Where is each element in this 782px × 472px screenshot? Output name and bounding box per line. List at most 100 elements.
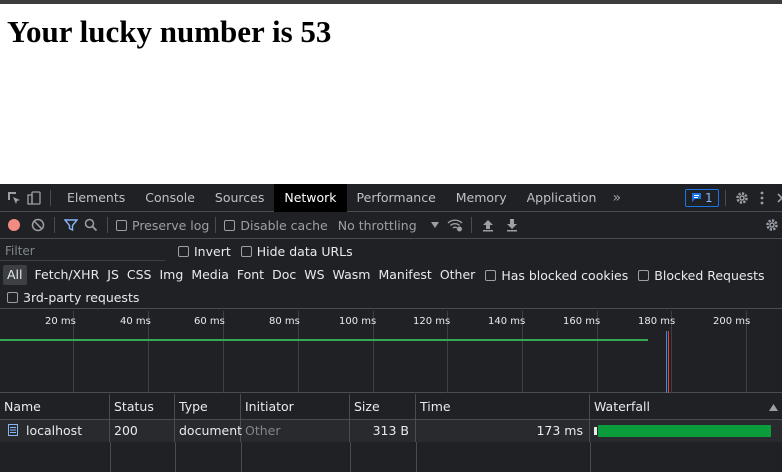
- checkbox-box: [240, 245, 252, 257]
- tab-memory[interactable]: Memory: [446, 184, 517, 212]
- waterfall-bar: [598, 425, 771, 437]
- divider: [50, 189, 51, 206]
- third-party-label: 3rd-party requests: [23, 290, 140, 305]
- type-filter-fetch-xhr[interactable]: Fetch/XHR: [31, 265, 104, 285]
- clear-icon[interactable]: [28, 215, 48, 235]
- type-filter-doc[interactable]: Doc: [268, 265, 300, 285]
- preserve-log-checkbox[interactable]: Preserve log: [116, 218, 209, 233]
- network-toolbar: Preserve log Disable cache No throttling: [0, 212, 782, 239]
- timeline-tick-label: 100 ms: [339, 316, 377, 327]
- network-conditions-icon[interactable]: [445, 215, 465, 235]
- search-icon[interactable]: [81, 215, 101, 235]
- invert-label: Invert: [194, 243, 231, 259]
- column-header-status[interactable]: Status: [110, 394, 175, 420]
- timeline-tick-label: 80 ms: [269, 316, 300, 327]
- tab-elements[interactable]: Elements: [57, 184, 135, 212]
- sort-ascending-icon: [769, 404, 778, 411]
- type-filter-css[interactable]: CSS: [123, 265, 156, 285]
- network-settings-gear-icon[interactable]: [762, 215, 782, 235]
- checkbox-box: [116, 219, 127, 231]
- checkbox-box: [638, 269, 650, 281]
- overview-request-bar: [0, 339, 648, 341]
- type-filter-img[interactable]: Img: [156, 265, 188, 285]
- tab-performance[interactable]: Performance: [347, 184, 446, 212]
- type-filter-font[interactable]: Font: [233, 265, 268, 285]
- kebab-menu-icon[interactable]: [752, 188, 772, 208]
- column-header-waterfall[interactable]: Waterfall: [590, 394, 782, 420]
- table-row[interactable]: localhost 200 document Other 313 B 173 m…: [0, 420, 782, 442]
- timeline-tick-label: 160 ms: [563, 316, 601, 327]
- column-header-size[interactable]: Size: [350, 394, 416, 420]
- issues-icon: [692, 193, 702, 202]
- divider: [54, 217, 55, 233]
- tab-console[interactable]: Console: [135, 184, 205, 212]
- devtools-panel: Elements Console Sources Network Perform…: [0, 184, 782, 472]
- invert-checkbox[interactable]: Invert: [178, 244, 231, 259]
- filter-funnel-icon[interactable]: [61, 215, 81, 235]
- more-tabs-icon[interactable]: »: [606, 190, 627, 206]
- load-event-marker: [668, 331, 669, 393]
- export-har-icon[interactable]: [502, 215, 522, 235]
- disable-cache-checkbox[interactable]: Disable cache: [224, 218, 328, 233]
- record-icon[interactable]: [4, 215, 24, 235]
- type-filter-manifest[interactable]: Manifest: [374, 265, 435, 285]
- waterfall-waiting-tick: [594, 427, 597, 435]
- column-divider: [590, 442, 591, 472]
- request-type: document: [175, 420, 242, 442]
- page-viewport: Your lucky number is 53: [0, 0, 782, 184]
- preserve-log-label: Preserve log: [132, 217, 210, 233]
- column-header-type[interactable]: Type: [175, 394, 241, 420]
- timeline-tick-label: 40 ms: [120, 316, 151, 327]
- timeline-tick-label: 180 ms: [638, 316, 676, 327]
- request-time: 173 ms: [416, 420, 590, 442]
- checkbox-box: [178, 245, 189, 257]
- divider: [107, 217, 108, 233]
- tab-sources[interactable]: Sources: [205, 184, 274, 212]
- filter-input[interactable]: Filter: [0, 241, 165, 261]
- timeline-tick-label: 140 ms: [488, 316, 526, 327]
- column-header-time[interactable]: Time: [416, 394, 590, 420]
- has-blocked-cookies-label: Has blocked cookies: [501, 267, 629, 283]
- waterfall-label: Waterfall: [594, 399, 650, 414]
- issues-count: 1: [705, 190, 713, 205]
- hide-data-urls-label: Hide data URLs: [256, 243, 353, 259]
- column-divider: [241, 442, 242, 472]
- type-filter-all[interactable]: All: [3, 265, 27, 285]
- request-initiator: Other: [241, 420, 350, 442]
- divider: [215, 217, 217, 233]
- tab-application[interactable]: Application: [517, 184, 607, 212]
- tab-network[interactable]: Network: [274, 184, 347, 212]
- document-icon: [8, 424, 18, 436]
- type-filter-js[interactable]: JS: [103, 265, 123, 285]
- issues-badge[interactable]: 1: [685, 188, 719, 207]
- dom-content-loaded-marker: [666, 331, 667, 393]
- throttling-value: No throttling: [337, 217, 417, 233]
- type-filter-wasm[interactable]: Wasm: [329, 265, 375, 285]
- timeline-tick-label: 20 ms: [45, 316, 76, 327]
- blocked-requests-label: Blocked Requests: [654, 267, 765, 283]
- blocked-requests-checkbox[interactable]: Blocked Requests: [638, 267, 765, 283]
- type-filter-ws[interactable]: WS: [300, 265, 328, 285]
- type-filter-other[interactable]: Other: [436, 265, 480, 285]
- hide-data-urls-checkbox[interactable]: Hide data URLs: [240, 243, 353, 259]
- type-filter-media[interactable]: Media: [187, 265, 233, 285]
- has-blocked-cookies-checkbox[interactable]: Has blocked cookies: [485, 268, 628, 283]
- request-status: 200: [110, 420, 175, 442]
- settings-gear-icon[interactable]: [732, 188, 752, 208]
- column-header-name[interactable]: Name: [0, 394, 110, 420]
- device-toolbar-icon[interactable]: [24, 188, 44, 208]
- divider: [470, 217, 472, 233]
- page-heading: Your lucky number is 53: [7, 14, 332, 49]
- third-party-checkbox[interactable]: 3rd-party requests: [7, 290, 139, 305]
- column-header-initiator[interactable]: Initiator: [241, 394, 350, 420]
- timeline-tick-label: 60 ms: [194, 316, 225, 327]
- request-size: 313 B: [350, 420, 416, 442]
- network-overview-timeline[interactable]: 20 ms 40 ms 60 ms 80 ms 100 ms 120 ms 14…: [0, 311, 782, 393]
- third-party-row: 3rd-party requests: [0, 287, 782, 309]
- devtools-tabbar: Elements Console Sources Network Perform…: [0, 184, 782, 212]
- checkbox-box: [485, 269, 497, 281]
- import-har-icon[interactable]: [478, 215, 498, 235]
- inspect-element-icon[interactable]: [4, 188, 24, 208]
- throttling-select[interactable]: No throttling: [338, 218, 439, 233]
- close-icon[interactable]: [772, 188, 782, 208]
